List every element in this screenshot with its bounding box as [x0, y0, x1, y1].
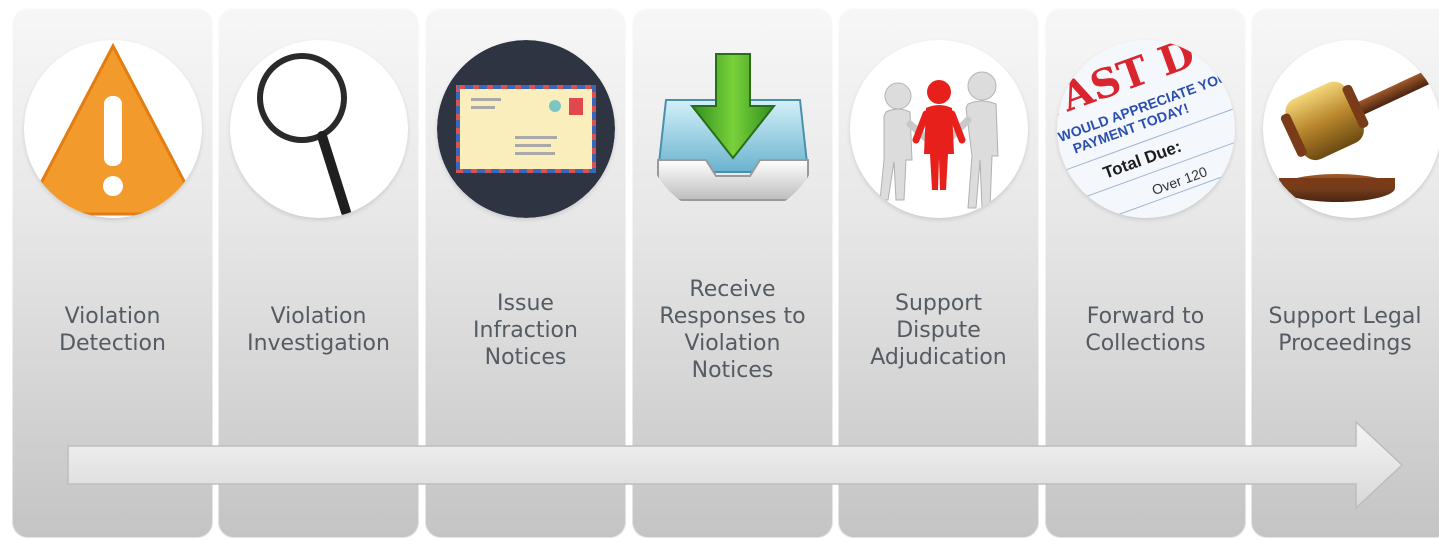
- gavel-icon: [1263, 40, 1439, 218]
- step-label-violation-investigation: Violation Investigation: [247, 304, 390, 356]
- warning-icon: [24, 40, 202, 218]
- step-label-support-dispute-adjudication: Support Dispute Adjudication: [870, 290, 1007, 370]
- process-diagram: Violation Detection Violation Investigat…: [0, 0, 1439, 541]
- step-label-issue-infraction-notices: Issue Infraction Notices: [473, 290, 578, 370]
- step-label-support-legal-proceedings: Support Legal Proceedings: [1268, 304, 1422, 356]
- inbox-download-icon: [644, 40, 822, 218]
- step-label-forward-to-collections: Forward to Collections: [1085, 304, 1206, 356]
- past-due-notice-icon: PAST DUE! WOULD APPRECIATE YOUR PAYMENT …: [1057, 40, 1235, 218]
- step-label-receive-responses: Receive Responses to Violation Notices: [659, 277, 806, 383]
- process-arrow: [67, 420, 1404, 510]
- magnifying-glass-icon: [230, 40, 408, 218]
- step-label-violation-detection: Violation Detection: [59, 304, 166, 356]
- dispute-figures-icon: [850, 40, 1028, 218]
- envelope-icon: [437, 40, 615, 218]
